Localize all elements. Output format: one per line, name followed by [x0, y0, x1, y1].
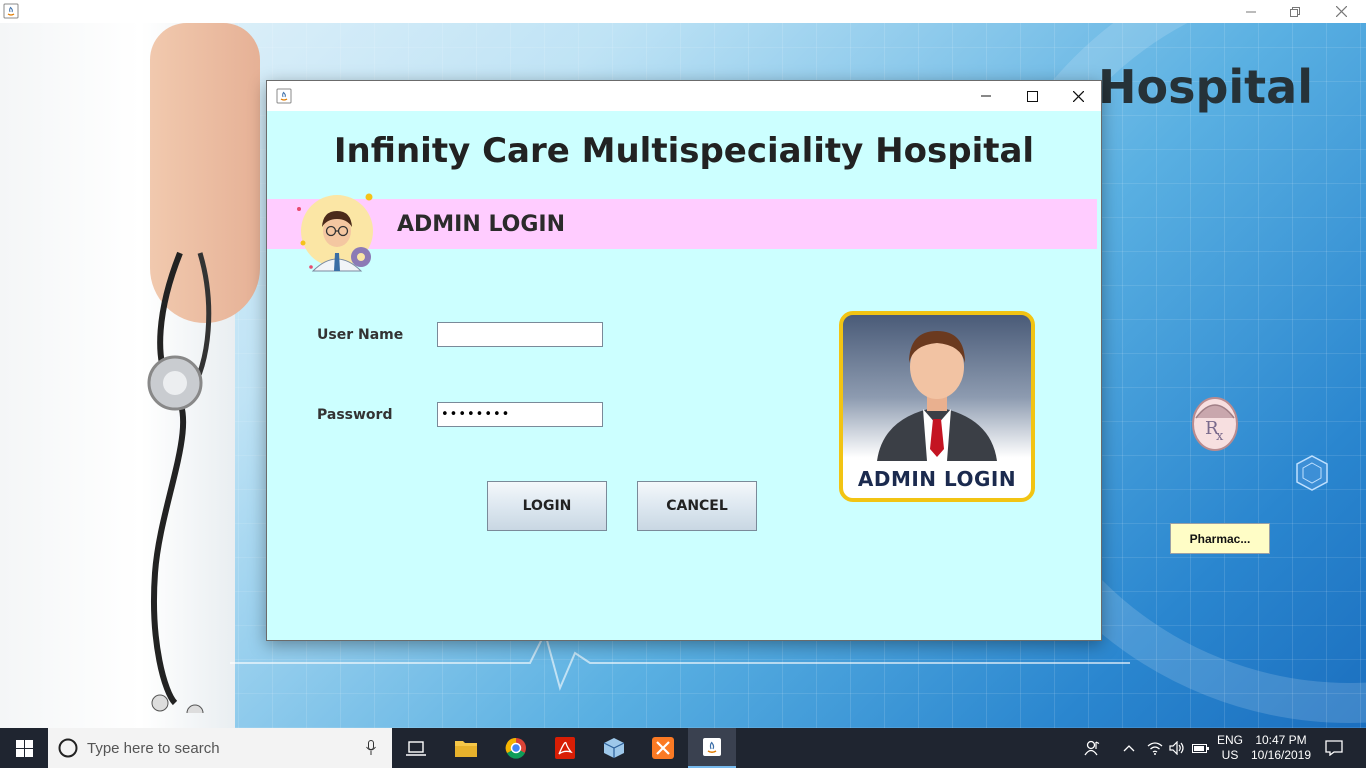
cancel-button[interactable]: CANCEL [637, 481, 757, 531]
battery-button[interactable] [1189, 728, 1213, 768]
people-button[interactable] [1080, 728, 1106, 768]
pharmacy-button[interactable]: Pharmac... [1170, 523, 1270, 554]
clock-date: 10/16/2019 [1250, 748, 1312, 762]
chrome-button[interactable] [496, 728, 536, 768]
people-icon [1084, 740, 1100, 756]
username-input[interactable] [437, 322, 603, 347]
dialog-maximize-button[interactable] [1009, 81, 1055, 111]
dialog-minimize-button[interactable] [963, 81, 1009, 111]
chrome-icon [505, 737, 526, 759]
start-button[interactable] [0, 728, 48, 768]
admin-avatar-icon [297, 193, 373, 272]
svg-text:x: x [1216, 429, 1224, 444]
clock[interactable]: 10:47 PM 10/16/2019 [1248, 728, 1314, 768]
admin-login-dialog: Infinity Care Multispeciality Hospital A… [266, 80, 1102, 641]
wifi-icon [1147, 742, 1163, 755]
maximize-icon [1026, 90, 1038, 102]
hexagon-decoration-icon [1296, 455, 1328, 491]
taskbar-search-box[interactable]: Type here to search [48, 728, 392, 768]
network-button[interactable] [1144, 728, 1166, 768]
java-app-taskbar-button[interactable] [688, 728, 736, 768]
main-minimize-button[interactable] [1228, 0, 1274, 23]
minimize-icon [981, 95, 991, 97]
java-app-icon [276, 88, 292, 104]
xampp-icon [652, 737, 674, 759]
volume-button[interactable] [1166, 728, 1188, 768]
taskbar: Type here to search ENG US 10:47 PM 10/1… [0, 728, 1366, 768]
microphone-icon[interactable] [366, 740, 376, 756]
hospital-title: Infinity Care Multispeciality Hospital [333, 131, 1035, 171]
cube-app-icon [603, 738, 625, 758]
speaker-icon [1169, 741, 1184, 755]
main-window-heading: Hospital [1098, 60, 1313, 114]
acrobat-button[interactable] [545, 728, 585, 768]
notification-icon [1325, 740, 1343, 756]
virtualbox-button[interactable] [594, 728, 634, 768]
chevron-up-icon [1123, 745, 1135, 752]
main-close-button[interactable] [1318, 0, 1364, 23]
acrobat-icon [555, 737, 575, 759]
username-label: User Name [317, 327, 404, 343]
search-placeholder: Type here to search [87, 739, 220, 757]
show-hidden-icons-button[interactable] [1118, 728, 1140, 768]
action-center-button[interactable] [1316, 728, 1352, 768]
stethoscope-image [147, 251, 212, 713]
main-restore-button[interactable] [1272, 0, 1318, 23]
pharmacy-rx-icon[interactable]: R x [1188, 390, 1242, 454]
language-indicator[interactable]: ENG US [1214, 728, 1246, 768]
dialog-titlebar [267, 81, 1101, 111]
main-window-titlebar [0, 0, 1366, 24]
language-label: ENG [1216, 733, 1243, 747]
folder-icon [455, 741, 477, 757]
admin-login-banner: ADMIN LOGIN [267, 199, 1097, 249]
cortana-icon [58, 738, 78, 758]
password-label: Password [317, 407, 393, 423]
dialog-close-button[interactable] [1055, 81, 1101, 111]
task-view-icon [406, 741, 426, 756]
admin-user-icon [877, 331, 997, 461]
java-app-icon [3, 3, 19, 19]
badge-label: ADMIN LOGIN [857, 467, 1017, 491]
battery-icon [1192, 744, 1209, 753]
minimize-icon [1246, 11, 1256, 12]
region-label: US [1221, 748, 1239, 762]
xampp-button[interactable] [643, 728, 683, 768]
task-view-button[interactable] [396, 728, 436, 768]
banner-label: ADMIN LOGIN [397, 212, 566, 237]
close-icon [1335, 6, 1347, 17]
password-input[interactable] [437, 402, 603, 427]
file-explorer-button[interactable] [446, 728, 486, 768]
admin-login-badge: ADMIN LOGIN [839, 311, 1035, 502]
close-icon [1072, 90, 1084, 102]
windows-icon [15, 739, 33, 757]
login-button[interactable]: LOGIN [487, 481, 607, 531]
restore-icon [1290, 6, 1300, 17]
java-app-icon [703, 738, 721, 756]
clock-time: 10:47 PM [1255, 733, 1307, 747]
